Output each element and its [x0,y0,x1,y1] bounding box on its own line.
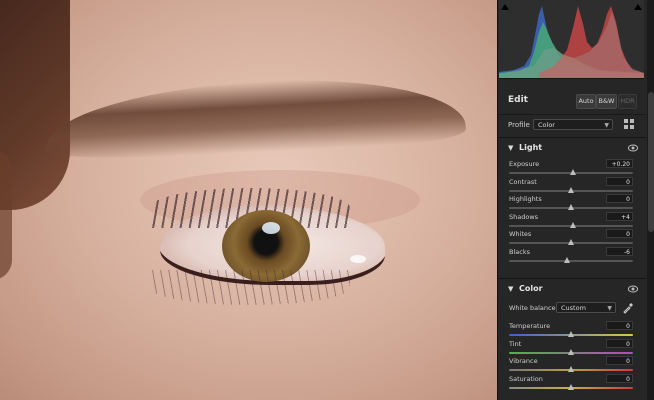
grid-icon[interactable] [624,119,634,129]
tint-slider[interactable]: Tint 0 [498,338,646,358]
temperature-track[interactable] [509,331,633,337]
contrast-value-field[interactable]: 0 [606,176,633,186]
exposure-label: Exposure [509,160,540,168]
saturation-slider[interactable]: Saturation 0 [498,373,646,393]
shadows-label: Shadows [509,212,539,221]
saturation-track[interactable] [509,383,633,390]
highlights-track[interactable] [509,204,633,210]
profile-label: Profile [508,121,530,129]
eyedropper-icon[interactable] [622,302,634,314]
exposure-slider[interactable]: Exposure +0.20 [498,159,646,178]
bw-button[interactable]: B&W [596,94,617,109]
panel-scrollbar[interactable] [647,0,654,400]
shadows-slider[interactable]: Shadows +4 [498,211,646,231]
eye-icon[interactable] [628,285,638,293]
blacks-slider[interactable]: Blacks -6 [498,246,646,266]
chevron-down-icon[interactable]: ▼ [508,285,513,293]
color-section-title: Color [519,284,543,293]
vibrance-value-field[interactable]: 0 [606,356,633,365]
white-balance-value: Custom [561,304,586,312]
tint-label: Tint [509,339,522,348]
whites-value-field[interactable]: 0 [606,229,633,238]
chevron-down-icon: ▼ [607,305,612,312]
contrast-label: Contrast [509,177,537,186]
photo-canvas[interactable] [0,0,497,400]
shadows-value-field[interactable]: +4 [606,211,633,221]
saturation-thumb[interactable] [568,383,574,390]
whites-slider[interactable]: Whites 0 [498,229,646,248]
contrast-slider[interactable]: Contrast 0 [498,176,646,196]
shadow-clipping-icon[interactable] [501,4,509,10]
temperature-label: Temperature [509,322,551,330]
profile-dropdown[interactable]: Color ▼ [533,119,613,130]
shadows-track[interactable] [509,221,633,228]
photo-eyebrow [43,71,467,163]
photo-hair-strand [0,150,12,280]
blacks-label: Blacks [509,247,530,256]
highlights-value-field[interactable]: 0 [606,194,633,203]
color-section-header[interactable]: ▼ Color [498,278,646,301]
highlights-slider[interactable]: Highlights 0 [498,194,646,213]
hdr-button[interactable]: HDR [618,94,637,109]
eye-icon[interactable] [628,144,638,152]
whites-track[interactable] [509,239,633,245]
profile-value: Color [538,121,555,129]
saturation-value-field[interactable]: 0 [606,373,633,383]
contrast-thumb[interactable] [568,186,574,193]
histogram-graph [499,6,644,78]
tint-value-field[interactable]: 0 [606,338,633,348]
edit-header: Edit Auto B&W HDR [498,88,646,115]
photo-glint [262,222,280,234]
profile-row: Profile Color ▼ [498,117,646,135]
temperature-thumb[interactable] [568,331,574,337]
white-balance-dropdown[interactable]: Custom ▼ [556,302,616,313]
tint-thumb[interactable] [568,348,574,355]
highlights-label: Highlights [509,195,542,203]
shadows-thumb[interactable] [570,221,577,228]
exposure-track[interactable] [509,169,633,175]
histogram[interactable] [499,0,644,79]
light-section-header[interactable]: ▼ Light [498,137,646,160]
blacks-track[interactable] [509,256,633,263]
exposure-value-field[interactable]: +0.20 [606,159,633,168]
auto-button[interactable]: Auto [576,94,596,109]
app-window: Edit Auto B&W HDR Profile Color ▼ ▼ Ligh… [0,0,654,400]
vibrance-thumb[interactable] [568,366,574,372]
tint-track[interactable] [509,348,633,355]
blacks-thumb[interactable] [564,256,571,263]
whites-thumb[interactable] [568,239,574,245]
temperature-slider[interactable]: Temperature 0 [498,321,646,340]
temperature-value-field[interactable]: 0 [606,321,633,330]
contrast-track[interactable] [509,186,633,193]
chevron-down-icon[interactable]: ▼ [508,144,513,152]
vibrance-label: Vibrance [509,357,538,365]
edit-panel: Edit Auto B&W HDR Profile Color ▼ ▼ Ligh… [497,0,654,400]
edit-title: Edit [508,95,528,105]
exposure-thumb[interactable] [570,169,577,175]
whites-label: Whites [509,230,532,238]
chevron-down-icon: ▼ [604,122,609,129]
scrollbar-thumb[interactable] [648,92,654,232]
saturation-label: Saturation [509,374,543,383]
white-balance-row: White balance Custom ▼ [498,302,646,316]
blacks-value-field[interactable]: -6 [606,246,633,256]
white-balance-label: White balance [509,304,556,312]
highlight-clipping-icon[interactable] [634,4,642,10]
photo-tear-glint [350,255,366,263]
highlights-thumb[interactable] [568,204,574,210]
photo-lower-lashes [150,270,350,305]
light-section-title: Light [519,143,543,152]
vibrance-track[interactable] [509,366,633,372]
vibrance-slider[interactable]: Vibrance 0 [498,356,646,375]
